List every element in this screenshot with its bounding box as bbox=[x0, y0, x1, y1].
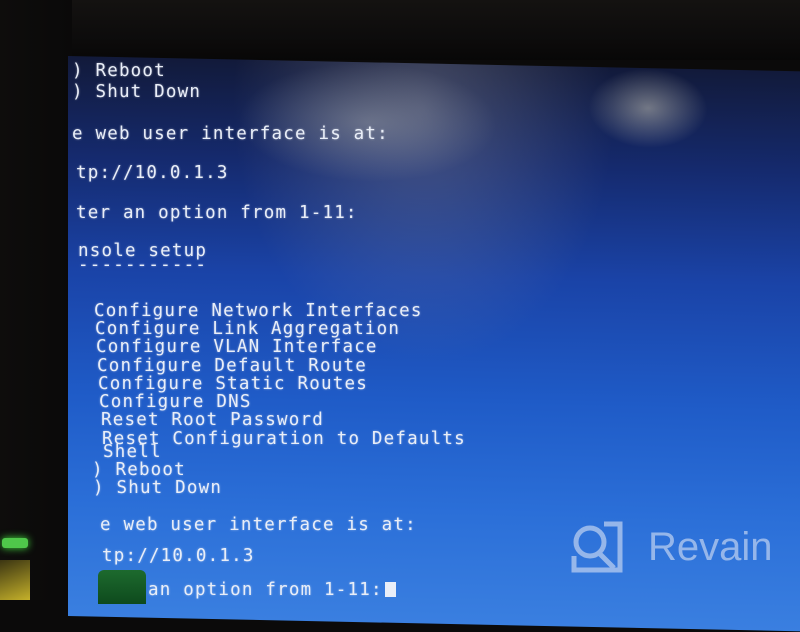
green-tape bbox=[98, 570, 146, 604]
status-led bbox=[2, 538, 28, 548]
watermark: Revain bbox=[570, 520, 773, 574]
web-ui-url: tp://10.0.1.3 bbox=[76, 163, 229, 183]
background-object bbox=[0, 560, 30, 600]
screen-glare bbox=[588, 66, 708, 150]
watermark-text: Revain bbox=[648, 524, 773, 569]
text-cursor bbox=[384, 582, 396, 597]
menu-item: ) Shut Down bbox=[93, 478, 223, 498]
menu-item-shutdown-top: ) Shut Down bbox=[72, 82, 202, 102]
menu-item-reboot-top: ) Reboot bbox=[72, 61, 166, 81]
web-ui-label-bottom: e web user interface is at: bbox=[100, 515, 417, 535]
monitor-bezel-left bbox=[0, 0, 72, 600]
menu-item: Configure VLAN Interface bbox=[96, 337, 378, 357]
menu-item: Reset Root Password bbox=[101, 410, 324, 430]
option-prompt-bottom[interactable]: an option from 1-11: bbox=[148, 581, 396, 600]
web-ui-url-bottom: tp://10.0.1.3 bbox=[102, 546, 255, 566]
screen-glare bbox=[238, 59, 498, 186]
revain-logo-icon bbox=[570, 520, 624, 574]
option-prompt: ter an option from 1-11: bbox=[76, 203, 358, 223]
monitor-bezel-top bbox=[0, 0, 800, 60]
prompt-text: an option from 1-11: bbox=[148, 580, 383, 600]
web-ui-label: e web user interface is at: bbox=[72, 124, 389, 144]
section-underline: ----------- bbox=[78, 255, 208, 275]
